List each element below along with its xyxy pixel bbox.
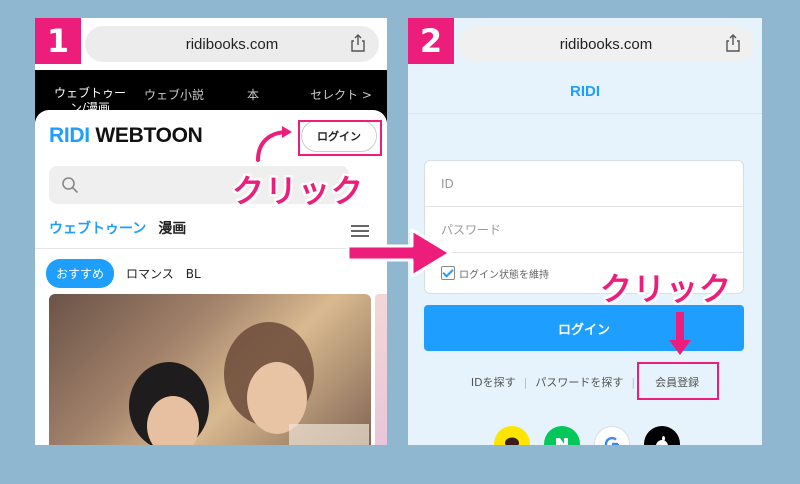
webtoon-sheet: RIDI WEBTOON ログイン ウェブトゥーン 漫画 おすすめ ロマンス BL <box>35 110 387 445</box>
naver-icon[interactable] <box>544 426 580 445</box>
password-input[interactable]: パスワード <box>425 207 743 253</box>
curved-arrow-icon <box>256 126 292 162</box>
id-input[interactable]: ID <box>425 161 743 207</box>
social-login-buttons <box>494 426 680 445</box>
nav-select[interactable]: セレクト > <box>301 86 381 103</box>
url-text: ridibooks.com <box>185 35 279 53</box>
genre-chips: おすすめ ロマンス BL <box>46 259 201 288</box>
chip-recommended[interactable]: おすすめ <box>46 259 115 288</box>
share-icon[interactable] <box>351 34 365 52</box>
find-password-link[interactable]: パスワードを探す <box>535 374 623 390</box>
url-text: ridibooks.com <box>559 35 653 53</box>
link-separator: | <box>523 375 528 389</box>
address-bar[interactable]: ridibooks.com <box>85 26 379 62</box>
tab-webtoon[interactable]: ウェブトゥーン <box>49 221 146 237</box>
apple-icon[interactable] <box>644 426 680 445</box>
click-callout-2: クリック <box>600 270 733 308</box>
address-bar[interactable]: ridibooks.com <box>458 26 754 62</box>
next-step-arrow-icon <box>346 228 452 278</box>
next-webtoon-image[interactable] <box>375 294 387 445</box>
content-tabs: ウェブトゥーン 漫画 <box>49 218 186 238</box>
ridi-webtoon-logo[interactable]: RIDI WEBTOON <box>49 124 203 148</box>
featured-webtoon-image[interactable] <box>49 294 371 445</box>
nav-books[interactable]: 本 <box>223 86 283 103</box>
search-icon <box>61 176 79 194</box>
ridi-header-logo[interactable]: RIDI <box>408 70 762 114</box>
find-id-link[interactable]: IDを探す <box>471 374 516 390</box>
step-number-badge: 1 <box>35 18 81 64</box>
divider <box>35 248 387 249</box>
chip-romance[interactable]: ロマンス <box>126 265 174 282</box>
tab-manga[interactable]: 漫画 <box>158 221 186 237</box>
link-separator: | <box>631 375 636 389</box>
login-highlight-box <box>298 120 382 156</box>
share-icon[interactable] <box>726 34 740 52</box>
login-submit-button[interactable]: ログイン <box>424 305 744 351</box>
logo-webtoon: WEBTOON <box>89 124 203 147</box>
keep-login-label: ログイン状態を維持 <box>459 269 549 281</box>
screenshot-step-1: 1 ridibooks.com ウェブトゥーン/漫画 ウェブ小説 本 セレクト … <box>35 18 387 445</box>
click-callout-1: クリック <box>232 172 365 210</box>
signup-highlight-box <box>637 362 719 400</box>
chip-bl[interactable]: BL <box>186 267 201 281</box>
google-icon[interactable] <box>594 426 630 445</box>
kakao-icon[interactable] <box>494 426 530 445</box>
logo-ridi: RIDI <box>49 124 90 147</box>
step-number-badge: 2 <box>408 18 454 64</box>
down-arrow-icon <box>669 312 691 355</box>
nav-webnovel[interactable]: ウェブ小説 <box>139 86 209 103</box>
